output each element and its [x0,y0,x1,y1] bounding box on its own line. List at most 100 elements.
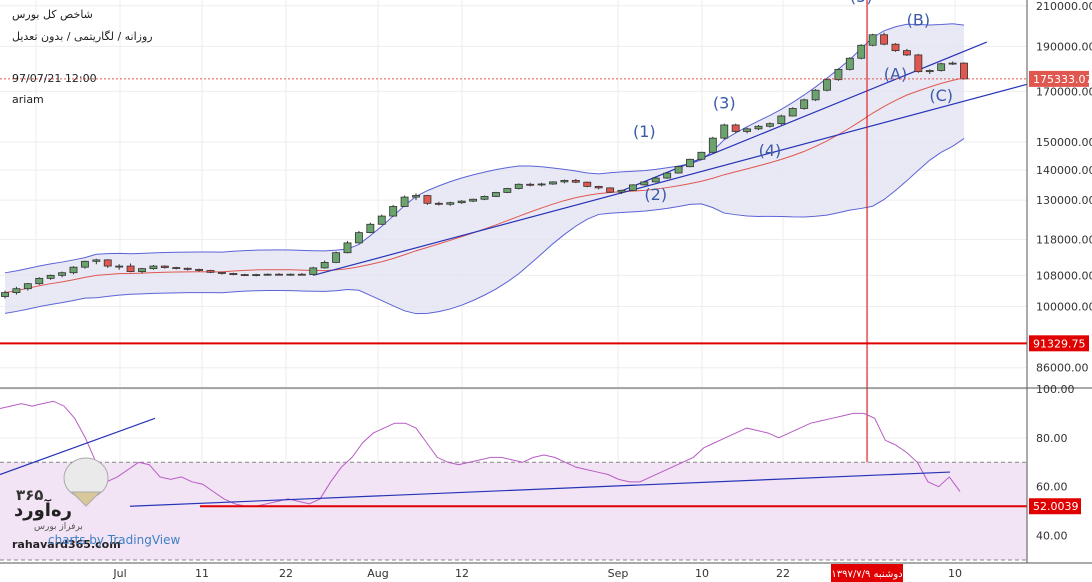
x-tick-label: 10 [948,567,962,580]
candle [731,124,740,132]
candle [823,79,831,91]
candle [491,192,500,197]
candle [58,272,67,276]
x-tick-label: Aug [367,567,388,580]
y-tick-label: 118000.00 [1036,233,1092,246]
candle [480,196,489,200]
candle [149,265,158,270]
candle [514,183,523,189]
candle [674,166,683,174]
candle [275,273,283,276]
y-tick-label: 210000.00 [1036,0,1092,13]
candle [788,108,797,117]
candle [297,273,306,276]
candle [571,179,580,183]
y-tick-label: 100000.00 [1036,301,1092,314]
candle [320,262,329,269]
candle [800,99,809,109]
candle [80,260,89,268]
candle [583,181,592,187]
x-tick-label: Sep [608,567,629,580]
candle [389,206,398,217]
candle [354,232,363,244]
candle [309,267,318,275]
candle [183,267,192,270]
candle [126,265,135,273]
candle [92,259,101,262]
y-tick-label: 170000.00 [1036,85,1092,98]
candle [743,128,752,132]
candle [400,196,409,207]
candle [263,273,272,276]
candle [902,50,911,56]
rsi-tag-label: 52.0039 [1033,500,1079,513]
candle [857,44,866,59]
y-tick-label: 140000.00 [1036,164,1092,177]
candle [240,274,249,276]
candle [286,273,295,276]
candle [423,195,432,204]
y-tick-label: 100.00 [1036,383,1075,396]
wave-label: (B) [907,11,930,30]
wave-label: (5) [850,0,873,6]
candle [697,151,706,160]
candle [777,115,786,125]
y-tick-label: 108000.00 [1036,269,1092,282]
candle [754,125,763,130]
x-tick-label: 11 [195,567,209,580]
candle [69,266,78,274]
candle [948,62,957,65]
candle [434,202,443,205]
wave-label: (C) [929,86,953,105]
candle [765,123,774,127]
candle [160,265,169,268]
candle [469,198,478,202]
x-tick-label: 12 [455,567,469,580]
candle [526,183,535,186]
wave-label: (1) [633,122,656,141]
x-tick-label: 10 [695,567,709,580]
watermark-logo: ۳۶۵ ره‌آورد برفراز بورس rahavard365.com … [6,456,186,554]
tradingview-credit[interactable]: charts by TradingView [48,533,180,547]
candle [937,63,946,71]
candle [138,268,146,273]
candle [868,34,877,46]
candle [23,283,32,290]
wave-label: (3) [713,93,736,112]
x-tick-label: 22 [279,567,293,580]
y-tick-label: 60.00 [1036,481,1068,494]
candle [229,273,238,275]
candle [914,54,923,73]
candle [720,124,729,139]
candle [845,57,854,70]
crosshair-readout: 97/07/21 12:00 [12,72,97,85]
candle [412,195,420,198]
logo-name: ره‌آورد [14,500,72,521]
candle [446,202,455,205]
candle [115,265,124,268]
y-tick-label: 86000.00 [1036,362,1089,375]
candle [594,185,603,189]
candle [206,270,215,273]
y-tick-label: 130000.00 [1036,194,1092,207]
candle [925,70,934,73]
chart-title: شاخص کل بورس [12,8,93,21]
candle [46,274,55,279]
candle [103,259,112,267]
wave-label: (4) [759,141,782,160]
candle [549,181,557,185]
candle [195,268,204,271]
candle [606,187,615,193]
wave-label: (A) [884,65,907,84]
cursor-date-label: ۱۳۹۷/۷/۹ دوشنبه [831,569,902,580]
x-tick-label: Jul [112,567,126,580]
y-tick-label: 150000.00 [1036,136,1092,149]
candle [834,68,843,81]
candle [457,200,466,204]
price-tag-label: 175333.07 [1033,73,1092,86]
y-tick-label: 40.00 [1036,530,1068,543]
y-tick-label: 190000.00 [1036,40,1092,53]
candle [343,242,352,254]
candle [560,179,569,183]
y-tick-label: 80.00 [1036,432,1068,445]
